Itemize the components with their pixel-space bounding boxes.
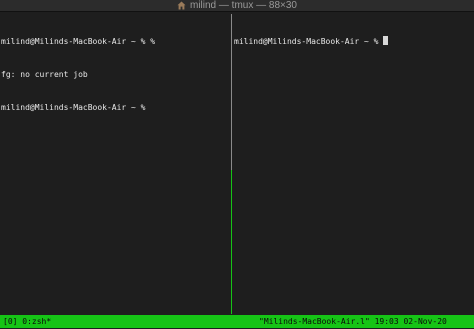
block-cursor <box>383 36 389 45</box>
home-icon <box>177 1 186 10</box>
right-pane[interactable]: milind@Milinds-MacBook-Air ~ % <box>234 14 472 314</box>
left-pane[interactable]: milind@Milinds-MacBook-Air ~ % % fg: no … <box>1 14 230 314</box>
window-list[interactable]: [0] 0:zsh* <box>3 315 51 328</box>
status-right-info: "Milinds-MacBook-Air.l" 19:03 02-Nov-20 <box>259 317 447 326</box>
window-title: milind — tmux — 88×30 <box>190 0 297 11</box>
pane-divider-inactive[interactable] <box>231 14 232 170</box>
terminal-window: milind — tmux — 88×30 milind@Milinds-Mac… <box>0 0 474 329</box>
terminal-line: milind@Milinds-MacBook-Air ~ % % <box>1 37 156 46</box>
terminal-line: milind@Milinds-MacBook-Air ~ % <box>1 103 151 112</box>
title-bar[interactable]: milind — tmux — 88×30 <box>0 0 474 12</box>
tmux-status-bar: [0] 0:zsh* "Milinds-MacBook-Air.l" 19:03… <box>0 315 474 328</box>
terminal-line: milind@Milinds-MacBook-Air ~ % <box>234 36 472 47</box>
pane-divider-active[interactable] <box>231 170 232 314</box>
title-group: milind — tmux — 88×30 <box>177 0 297 11</box>
terminal-line: fg: no current job <box>1 70 88 79</box>
prompt-text: milind@Milinds-MacBook-Air ~ % <box>234 37 384 46</box>
